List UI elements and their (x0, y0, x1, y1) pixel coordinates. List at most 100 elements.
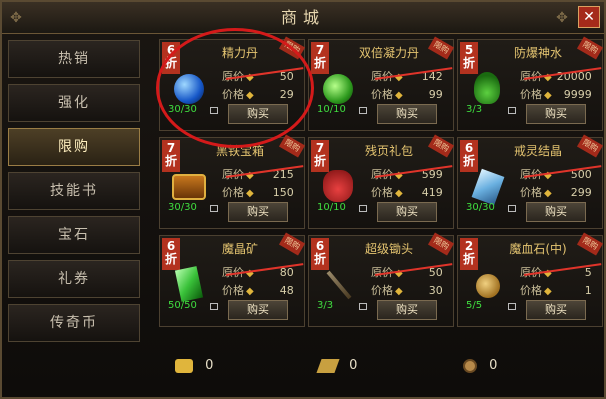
gift-bag-icon (323, 170, 353, 202)
coin-icon (463, 358, 477, 373)
item-icon-box[interactable]: 10/10 (313, 64, 367, 118)
purchase-limit-count: 10/10 (317, 104, 346, 115)
gold-ingot-icon: ◆ (395, 90, 403, 101)
current-price-row: 价格 ◆ 99 (371, 86, 443, 102)
discount-value: 2 (464, 239, 474, 253)
shop-item-card[interactable]: 6折限购魔晶矿50/50原价◆80价格◆48购买 (159, 232, 306, 327)
buy-button[interactable]: 购买 (526, 300, 586, 320)
item-icon-box[interactable]: 3/3 (462, 64, 516, 118)
bag-icon (210, 107, 218, 114)
bag-icon (508, 107, 516, 114)
buy-button[interactable]: 购买 (526, 104, 586, 124)
current-price-label: 价格 (222, 284, 244, 297)
buy-button[interactable]: 购买 (377, 300, 437, 320)
current-price-row: 价格 ◆ 30 (371, 282, 443, 298)
current-price-label: 价格 (520, 88, 542, 101)
currency-ingot-value: 0 (205, 358, 214, 373)
buy-button[interactable]: 购买 (228, 300, 288, 320)
potion-icon (474, 72, 500, 104)
discount-value: 6 (464, 141, 474, 155)
pickaxe-icon (326, 270, 352, 300)
current-price-value: 30 (428, 284, 443, 297)
sidebar-item-voucher[interactable]: 礼券 (8, 260, 140, 298)
item-icon-box[interactable]: 5/5 (462, 260, 516, 314)
blue-orb-icon (174, 74, 204, 104)
shop-item-card[interactable]: 2折限购魔血石(中)5/5原价◆5价格◆1购买 (457, 232, 604, 327)
crystal-icon (471, 168, 505, 206)
purchase-limit-count: 30/30 (168, 202, 197, 213)
discount-value: 6 (166, 43, 176, 57)
current-price-label: 价格 (520, 284, 542, 297)
buy-button[interactable]: 购买 (228, 202, 288, 222)
item-icon-box[interactable]: 30/30 (462, 162, 516, 216)
item-name: 魔血石(中) (509, 242, 567, 256)
green-orb-icon (323, 74, 353, 104)
item-name: 魔晶矿 (221, 242, 258, 256)
sidebar-item-gem[interactable]: 宝石 (8, 216, 140, 254)
shop-item-card[interactable]: 7折限购残页礼包10/10原价◆599价格◆419购买 (308, 134, 455, 229)
purchase-limit-count: 50/50 (168, 300, 197, 311)
item-icon-box[interactable]: 10/10 (313, 162, 367, 216)
buy-button[interactable]: 购买 (526, 202, 586, 222)
current-price-value: 299 (570, 186, 592, 199)
current-price-label: 价格 (222, 186, 244, 199)
shop-item-card[interactable]: 6折限购精力丹30/30原价◆50价格◆29购买 (159, 36, 306, 131)
sidebar-item-enhance[interactable]: 强化 (8, 84, 140, 122)
green-crystal-icon (174, 266, 204, 302)
shop-item-card[interactable]: 6折限购戒灵结晶30/30原价◆500价格◆299购买 (457, 134, 604, 229)
current-price-value: 9999 (563, 88, 592, 101)
purchase-limit-count: 5/5 (466, 300, 483, 311)
current-price-value: 48 (279, 284, 294, 297)
blood-stone-icon (476, 274, 500, 298)
currency-bar: 0 0 0 (159, 345, 603, 389)
current-price-label: 价格 (520, 186, 542, 199)
sidebar-item-skillbook[interactable]: 技能书 (8, 172, 140, 210)
shop-item-card[interactable]: 7折限购双倍凝力丹10/10原价◆142价格◆99购买 (308, 36, 455, 131)
discount-value: 6 (166, 239, 176, 253)
current-price-label: 价格 (371, 284, 393, 297)
bag-icon (210, 303, 218, 310)
shop-item-card[interactable]: 5折限购防爆神水3/3原价◆20000价格◆9999购买 (457, 36, 604, 131)
bag-icon (508, 303, 516, 310)
item-icon-box[interactable]: 50/50 (164, 260, 218, 314)
currency-coin: 0 (463, 355, 497, 377)
current-price-value: 99 (428, 88, 443, 101)
item-icon-box[interactable]: 3/3 (313, 260, 367, 314)
current-price-value: 1 (584, 284, 592, 297)
sidebar-item-legend-coin[interactable]: 传奇币 (8, 304, 140, 342)
buy-button[interactable]: 购买 (377, 202, 437, 222)
shop-item-card[interactable]: 7折限购黑铁宝箱30/30原价◆215价格◆150购买 (159, 134, 306, 229)
current-price-row: 价格 ◆ 48 (222, 282, 294, 298)
currency-bar-gold: 0 (316, 355, 358, 377)
purchase-limit-count: 3/3 (466, 104, 483, 115)
buy-button[interactable]: 购买 (377, 104, 437, 124)
item-icon-box[interactable]: 30/30 (164, 64, 218, 118)
current-price-row: 价格 ◆ 419 (371, 184, 443, 200)
bag-icon (210, 205, 218, 212)
item-name: 精力丹 (221, 46, 258, 60)
discount-value: 6 (315, 239, 325, 253)
sidebar-item-hot[interactable]: 热销 (8, 40, 140, 78)
close-button[interactable]: ✕ (578, 6, 600, 28)
gold-ingot-icon: ◆ (246, 286, 254, 297)
shop-window: ✥ 商城 ✥ ✕ 热销 强化 限购 技能书 宝石 礼券 传奇币 6 折限购 精力丹 3… (0, 0, 606, 399)
bag-icon (508, 205, 516, 212)
sidebar-item-limited[interactable]: 限购 (8, 128, 140, 166)
corner-ornament-icon: ✥ (556, 10, 568, 26)
discount-value: 7 (166, 141, 176, 155)
gold-ingot-icon (175, 358, 193, 373)
bag-icon (359, 107, 367, 114)
discount-value: 7 (315, 43, 325, 57)
item-grid: 6折限购精力丹30/30原价◆50价格◆29购买7折限购双倍凝力丹10/10原价… (159, 36, 604, 329)
purchase-limit-count: 3/3 (317, 300, 334, 311)
item-icon-box[interactable]: 30/30 (164, 162, 218, 216)
buy-button[interactable]: 购买 (228, 104, 288, 124)
item-name: 戒灵结晶 (513, 144, 562, 158)
shop-item-card[interactable]: 6折限购超级锄头3/3原价◆50价格◆30购买 (308, 232, 455, 327)
item-name: 黑铁宝箱 (215, 144, 264, 158)
current-price-label: 价格 (371, 88, 393, 101)
gold-ingot-icon: ◆ (544, 188, 552, 199)
currency-gold-bar-value: 0 (349, 358, 358, 373)
gold-ingot-icon: ◆ (246, 90, 254, 101)
gold-ingot-icon: ◆ (246, 188, 254, 199)
